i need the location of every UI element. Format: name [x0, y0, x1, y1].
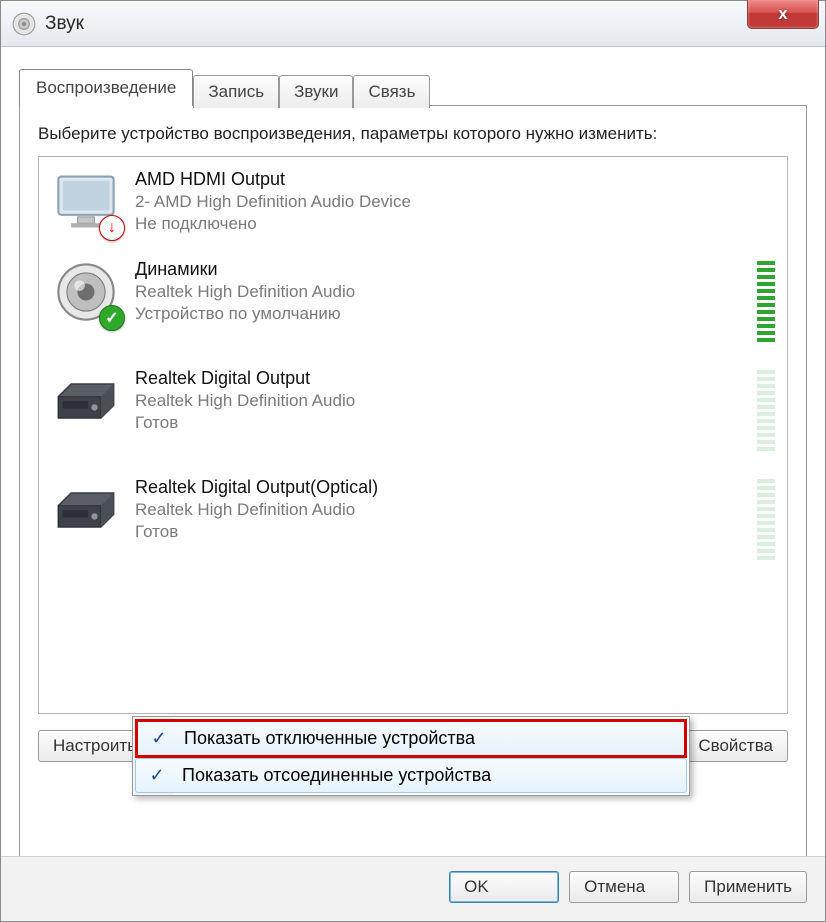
check-icon: ✓ — [140, 765, 174, 786]
device-name: Realtek Digital Output — [135, 368, 757, 389]
properties-button[interactable]: Свойства — [683, 730, 788, 762]
playback-panel: Выберите устройство воспроизведения, пар… — [19, 105, 807, 875]
level-meter — [757, 366, 775, 455]
close-button[interactable]: x — [747, 0, 819, 29]
device-status: Готов — [135, 413, 757, 433]
device-name: Динамики — [135, 259, 757, 280]
device-item[interactable]: Realtek Digital Output(Optical) Realtek … — [39, 465, 787, 574]
monitor-icon: ↓ — [51, 167, 121, 237]
speaker-icon: ✓ — [51, 257, 121, 327]
device-status: Готов — [135, 522, 757, 542]
sound-dialog: Звук x Воспроизведение Запись Звуки Связ… — [0, 0, 826, 922]
device-status: Устройство по умолчанию — [135, 304, 757, 324]
tab-playback[interactable]: Воспроизведение — [19, 69, 193, 106]
tabstrip: Воспроизведение Запись Звуки Связь — [19, 69, 807, 106]
device-name: Realtek Digital Output(Optical) — [135, 477, 757, 498]
apply-button[interactable]: Применить — [689, 871, 807, 903]
context-menu[interactable]: ✓ Показать отключенные устройства ✓ Пока… — [132, 716, 690, 796]
device-status: Не подключено — [135, 214, 775, 234]
tab-communications[interactable]: Связь — [353, 75, 430, 108]
window-title: Звук — [45, 13, 84, 35]
receiver-icon — [51, 475, 121, 545]
titlebar[interactable]: Звук x — [1, 1, 825, 47]
content-area: Воспроизведение Запись Звуки Связь Выбер… — [1, 47, 825, 875]
level-meter — [757, 257, 775, 346]
check-icon: ✓ — [99, 305, 125, 331]
device-desc: 2- AMD High Definition Audio Device — [135, 192, 775, 212]
menu-item-label: Показать отключенные устройства — [176, 728, 475, 749]
check-icon: ✓ — [142, 728, 176, 749]
device-list[interactable]: ↓ AMD HDMI Output 2- AMD High Definition… — [38, 156, 788, 714]
dialog-footer: OK Отмена Применить — [1, 856, 825, 921]
ok-button[interactable]: OK — [449, 871, 559, 903]
device-desc: Realtek High Definition Audio — [135, 282, 757, 302]
device-desc: Realtek High Definition Audio — [135, 500, 757, 520]
close-icon: x — [778, 4, 787, 24]
device-desc: Realtek High Definition Audio — [135, 391, 757, 411]
menu-item-label: Показать отсоединенные устройства — [174, 765, 491, 786]
receiver-icon — [51, 366, 121, 436]
cancel-button[interactable]: Отмена — [569, 871, 679, 903]
device-item[interactable]: Realtek Digital Output Realtek High Defi… — [39, 356, 787, 465]
instruction-text: Выберите устройство воспроизведения, пар… — [38, 124, 788, 144]
tab-recording[interactable]: Запись — [193, 75, 279, 108]
menu-show-disconnected[interactable]: ✓ Показать отсоединенные устройства — [135, 758, 687, 793]
down-arrow-icon: ↓ — [99, 215, 125, 241]
menu-show-disabled[interactable]: ✓ Показать отключенные устройства — [135, 719, 687, 758]
sound-icon — [11, 11, 37, 37]
level-meter — [757, 475, 775, 564]
device-item[interactable]: ✓ Динамики Realtek High Definition Audio… — [39, 247, 787, 356]
device-item[interactable]: ↓ AMD HDMI Output 2- AMD High Definition… — [39, 157, 787, 247]
device-name: AMD HDMI Output — [135, 169, 775, 190]
tab-sounds[interactable]: Звуки — [279, 75, 353, 108]
